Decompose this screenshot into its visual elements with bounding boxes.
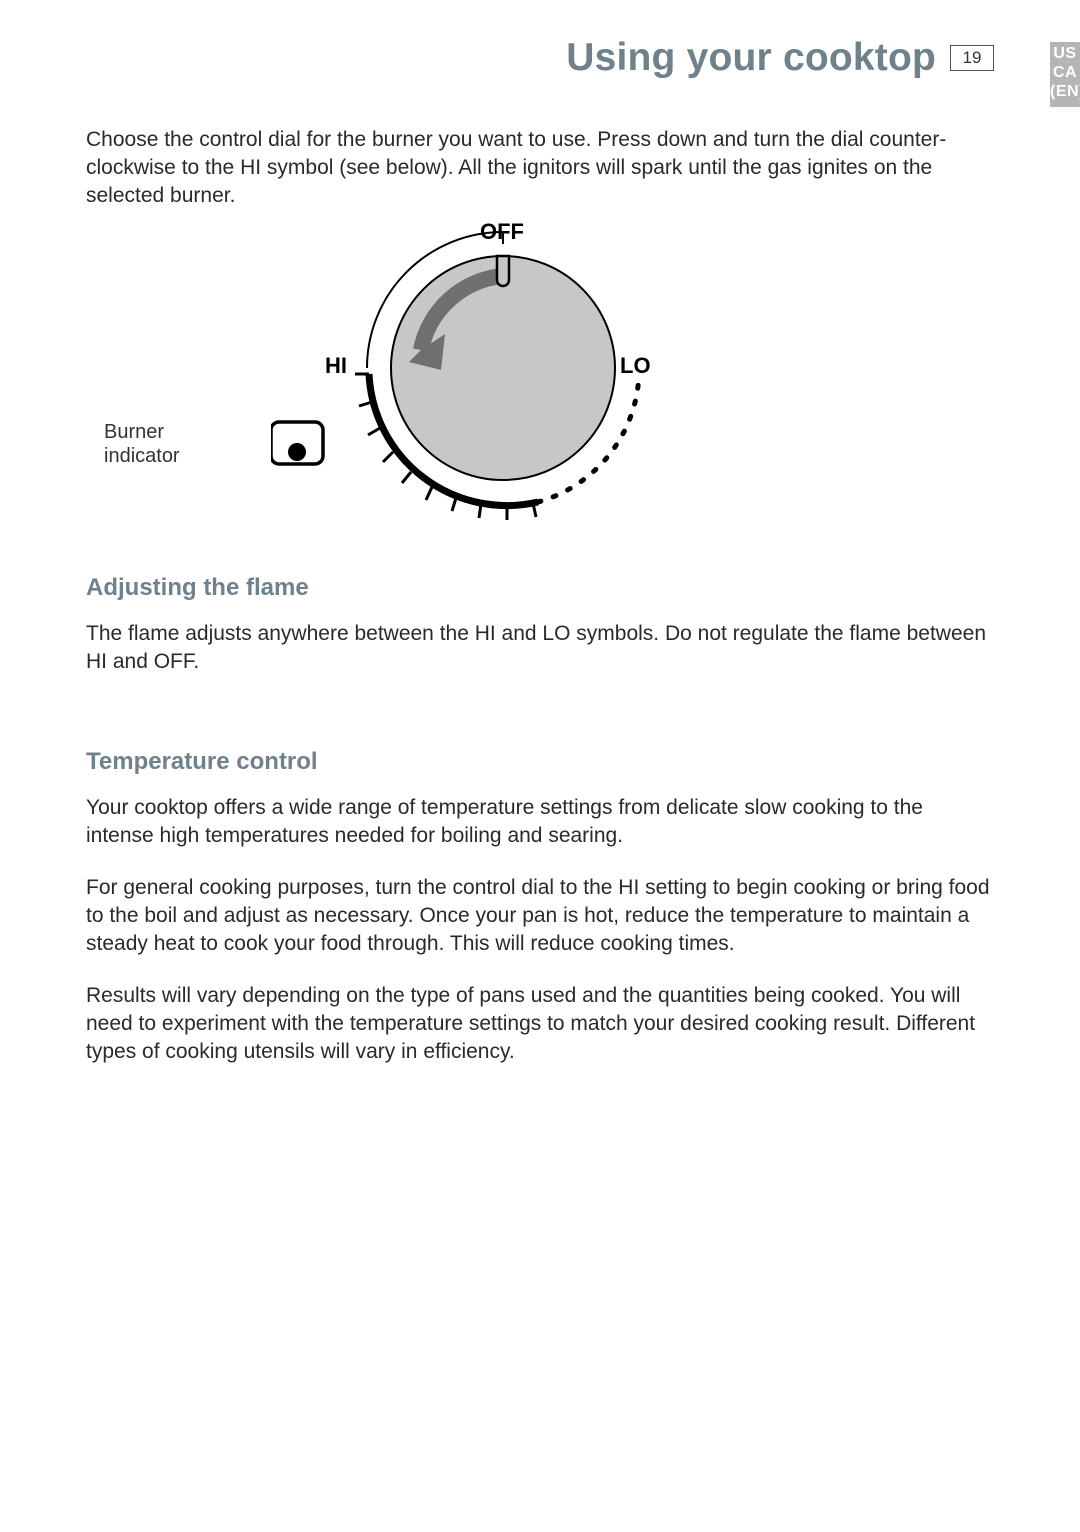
control-dial-diagram: Burner indicator OFF HI LO [86, 220, 994, 520]
burner-indicator-icon [271, 422, 323, 464]
burner-indicator-callout: Burner indicator [104, 420, 180, 468]
page-title: Using your cooktop [566, 36, 936, 80]
knob-face [391, 256, 615, 480]
section-para: For general cooking purposes, turn the c… [86, 874, 994, 958]
callout-line2: indicator [104, 444, 180, 468]
section-para: The flame adjusts anywhere between the H… [86, 620, 994, 676]
page-header: Using your cooktop 19 [86, 38, 994, 78]
language-tab: US CA (EN) [1050, 42, 1080, 107]
callout-line1: Burner [104, 420, 180, 444]
intro-paragraph: Choose the control dial for the burner y… [86, 126, 994, 210]
page: US CA (EN) Using your cooktop 19 Choose … [0, 0, 1080, 1532]
knob-pointer-icon [497, 256, 509, 286]
page-number-box: 19 [950, 45, 994, 71]
section-para: Your cooktop offers a wide range of temp… [86, 794, 994, 850]
dial-svg [271, 220, 741, 520]
section-heading-temperature: Temperature control [86, 748, 994, 776]
section-heading-adjusting: Adjusting the flame [86, 574, 994, 602]
lang-tab-line: US [1050, 44, 1080, 63]
intro-text: Choose the control dial for the burner y… [86, 126, 994, 210]
lang-tab-line: (EN) [1050, 82, 1080, 101]
lang-tab-line: CA [1050, 63, 1080, 82]
section-para: Results will vary depending on the type … [86, 982, 994, 1066]
